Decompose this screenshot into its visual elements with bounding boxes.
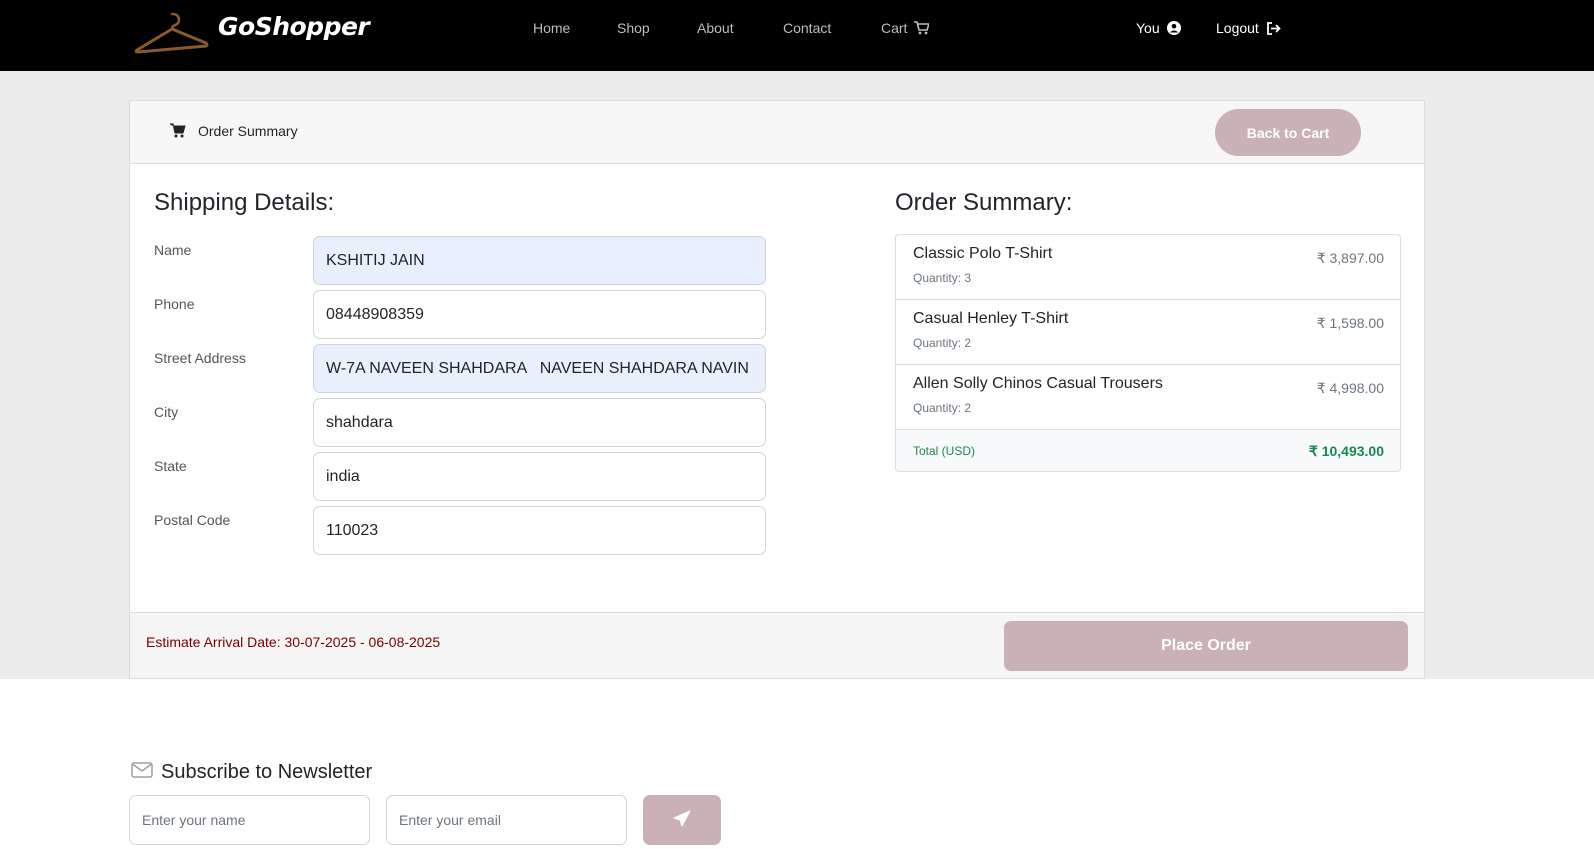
item-name: Allen Solly Chinos Casual Trousers [913,375,1163,392]
item-name: Classic Polo T-Shirt [913,245,1053,262]
paper-plane-icon [673,810,691,831]
envelope-icon [131,762,153,783]
list-item: Allen Solly Chinos Casual Trousers Quant… [896,365,1400,430]
hanger-icon [134,10,210,56]
order-summary-title: Order Summary: [895,189,1073,216]
phone-label: Phone [154,296,195,312]
state-field[interactable] [313,452,766,501]
back-to-cart-button[interactable]: Back to Cart [1215,109,1361,156]
newsletter-title: Subscribe to Newsletter [161,761,373,783]
street-address-field[interactable] [313,344,766,393]
city-field[interactable] [313,398,766,447]
cart-icon [169,123,186,143]
total-value: ₹ 10,493.00 [1308,443,1384,459]
item-name: Casual Henley T-Shirt [913,310,1069,327]
city-label: City [154,404,179,420]
item-quantity: Quantity: 2 [913,401,972,415]
order-total-row: Total (USD) ₹ 10,493.00 [896,430,1400,471]
nav-cart[interactable]: Cart [881,20,931,38]
logout-icon [1266,22,1281,38]
nav-logout[interactable]: Logout [1216,20,1281,38]
cart-icon [914,21,931,38]
list-item: Casual Henley T-Shirt Quantity: 2 ₹ 1,59… [896,300,1400,365]
estimated-arrival-text: Estimate Arrival Date: 30-07-2025 - 06-0… [146,634,441,650]
user-circle-icon [1166,21,1181,38]
nav-user-label: You [1136,20,1160,36]
total-label: Total (USD) [913,444,976,458]
place-order-button[interactable]: Place Order [1004,621,1408,671]
checkout-card: Order Summary Back to Cart Shipping Deta… [129,100,1425,679]
postal-code-field[interactable] [313,506,766,555]
postal-code-label: Postal Code [154,512,231,528]
nav-about[interactable]: About [697,20,734,36]
card-header: Order Summary Back to Cart [130,101,1424,164]
nav-shop[interactable]: Shop [617,20,650,36]
item-price: ₹ 4,998.00 [1316,380,1384,396]
nav-user[interactable]: You [1136,20,1181,38]
state-label: State [154,458,187,474]
list-item: Classic Polo T-Shirt Quantity: 3 ₹ 3,897… [896,235,1400,300]
item-price: ₹ 1,598.00 [1316,315,1384,331]
newsletter-email-input[interactable] [386,795,627,845]
item-quantity: Quantity: 2 [913,336,972,350]
brand-logo[interactable]: GoShopper [134,8,370,58]
phone-field[interactable] [313,290,766,339]
street-address-label: Street Address [154,350,246,366]
name-label: Name [154,242,192,258]
card-header-title: Order Summary [198,123,298,139]
newsletter-name-input[interactable] [129,795,370,845]
nav-cart-label: Cart [881,20,908,36]
brand-name: GoShopper [218,12,370,41]
nav-home[interactable]: Home [533,20,570,36]
nav-contact[interactable]: Contact [783,20,831,36]
nav-logout-label: Logout [1216,20,1259,36]
name-field[interactable] [313,236,766,285]
item-price: ₹ 3,897.00 [1316,250,1384,266]
newsletter-submit-button[interactable] [643,795,721,845]
card-footer: Estimate Arrival Date: 30-07-2025 - 06-0… [130,612,1424,678]
navbar: GoShopper Home Shop About Contact Cart Y… [0,0,1594,71]
item-quantity: Quantity: 3 [913,271,972,285]
order-summary-list: Classic Polo T-Shirt Quantity: 3 ₹ 3,897… [895,234,1401,472]
shipping-details-title: Shipping Details: [154,189,335,216]
